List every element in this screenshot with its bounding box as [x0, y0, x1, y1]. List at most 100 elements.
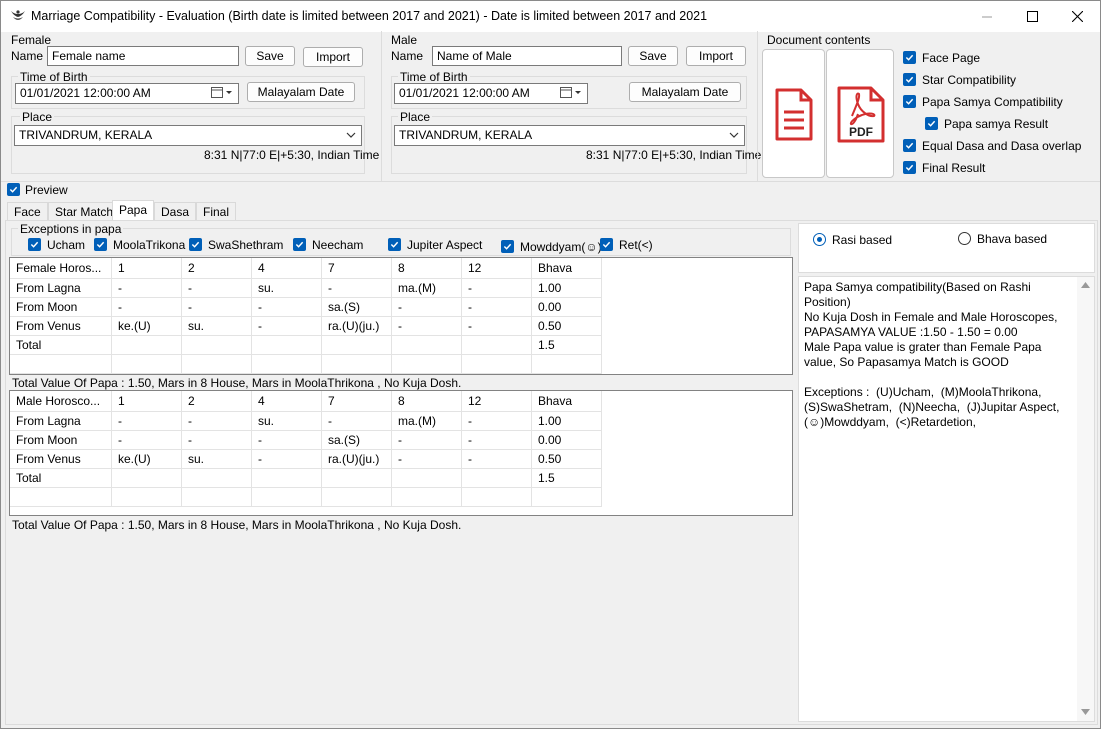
female-table-cell[interactable]: -	[392, 298, 462, 317]
male-table-cell[interactable]: -	[392, 431, 462, 450]
male-table-cell[interactable]: -	[462, 431, 532, 450]
female-header-cell[interactable]: 12	[462, 258, 532, 279]
papa-samya-compatibility-checkbox[interactable]	[903, 95, 916, 108]
female-header-cell[interactable]: Female Horos...	[10, 258, 112, 279]
female-header-cell[interactable]: 1	[112, 258, 182, 279]
close-button[interactable]	[1054, 1, 1100, 32]
male-import-button[interactable]: Import	[686, 46, 746, 66]
male-table-cell[interactable]: -	[322, 412, 392, 431]
male-table-cell[interactable]: 0.50	[532, 450, 602, 469]
male-table-cell[interactable]: -	[182, 431, 252, 450]
female-table-cell[interactable]: 1.00	[532, 279, 602, 298]
male-table-cell[interactable]: Total	[10, 469, 112, 488]
female-table-cell[interactable]: Total	[10, 336, 112, 355]
female-table-cell[interactable]	[322, 336, 392, 355]
female-empty-cell[interactable]	[532, 355, 602, 374]
female-header-cell[interactable]: 8	[392, 258, 462, 279]
female-header-cell[interactable]: Bhava	[532, 258, 602, 279]
female-table-cell[interactable]: 0.00	[532, 298, 602, 317]
tab-dasa[interactable]: Dasa	[154, 202, 197, 221]
female-table-cell[interactable]: su.	[182, 317, 252, 336]
word-document-button[interactable]	[762, 49, 825, 178]
papa-samya-result-textbox[interactable]: Papa Samya compatibility(Based on Rashi …	[798, 276, 1095, 722]
female-empty-cell[interactable]	[252, 355, 322, 374]
male-malayalam-date-button[interactable]: Malayalam Date	[629, 82, 741, 102]
pdf-export-button[interactable]: PDF	[826, 49, 894, 178]
female-table-cell[interactable]: -	[462, 298, 532, 317]
male-table-cell[interactable]: ma.(M)	[392, 412, 462, 431]
male-table-cell[interactable]	[462, 469, 532, 488]
male-header-cell[interactable]: Bhava	[532, 391, 602, 412]
female-table-cell[interactable]: -	[392, 317, 462, 336]
female-table-cell[interactable]: -	[462, 317, 532, 336]
female-place-select[interactable]: TRIVANDRUM, KERALA	[14, 125, 362, 146]
female-table-cell[interactable]	[112, 336, 182, 355]
mowddyam-checkbox[interactable]	[501, 240, 514, 253]
ucham-checkbox[interactable]	[28, 238, 41, 251]
female-header-cell[interactable]: 4	[252, 258, 322, 279]
male-table-cell[interactable]: -	[392, 450, 462, 469]
female-table-cell[interactable]	[252, 336, 322, 355]
male-empty-cell[interactable]	[392, 488, 462, 507]
tab-star-match[interactable]: Star Match	[48, 202, 121, 221]
female-table-cell[interactable]: -	[252, 298, 322, 317]
female-table-cell[interactable]: -	[252, 317, 322, 336]
female-table-cell[interactable]: -	[182, 298, 252, 317]
male-empty-cell[interactable]	[322, 488, 392, 507]
male-table-cell[interactable]: -	[252, 450, 322, 469]
female-datetime-picker[interactable]: 01/01/2021 12:00:00 AM	[15, 83, 239, 104]
male-empty-cell[interactable]	[532, 488, 602, 507]
male-header-cell[interactable]: 4	[252, 391, 322, 412]
female-table-cell[interactable]: 1.5	[532, 336, 602, 355]
male-table-cell[interactable]: su.	[252, 412, 322, 431]
male-place-select[interactable]: TRIVANDRUM, KERALA	[394, 125, 745, 146]
female-import-button[interactable]: Import	[303, 47, 363, 67]
bhava-based-radio[interactable]	[958, 232, 971, 245]
female-table-cell[interactable]: 0.50	[532, 317, 602, 336]
female-table-cell[interactable]: From Lagna	[10, 279, 112, 298]
tab-papa[interactable]: Papa	[112, 200, 155, 221]
face-page-checkbox[interactable]	[903, 51, 916, 64]
male-header-cell[interactable]: 2	[182, 391, 252, 412]
neecham-checkbox[interactable]	[293, 238, 306, 251]
female-header-cell[interactable]: 7	[322, 258, 392, 279]
tab-final[interactable]: Final	[196, 202, 237, 221]
female-table-cell[interactable]: su.	[252, 279, 322, 298]
swashethram-checkbox[interactable]	[189, 238, 202, 251]
final-result-checkbox[interactable]	[903, 161, 916, 174]
male-empty-cell[interactable]	[252, 488, 322, 507]
male-header-cell[interactable]: 7	[322, 391, 392, 412]
female-table-cell[interactable]: sa.(S)	[322, 298, 392, 317]
female-table-cell[interactable]: ra.(U)(ju.)	[322, 317, 392, 336]
male-table-cell[interactable]: 1.5	[532, 469, 602, 488]
female-header-cell[interactable]: 2	[182, 258, 252, 279]
male-header-cell[interactable]: Male Horosco...	[10, 391, 112, 412]
male-table-cell[interactable]	[252, 469, 322, 488]
male-table-cell[interactable]: From Moon	[10, 431, 112, 450]
female-table-cell[interactable]: -	[322, 279, 392, 298]
female-empty-cell[interactable]	[182, 355, 252, 374]
male-table-cell[interactable]: sa.(S)	[322, 431, 392, 450]
female-table-cell[interactable]: -	[182, 279, 252, 298]
female-empty-cell[interactable]	[392, 355, 462, 374]
female-table-cell[interactable]	[462, 336, 532, 355]
equal-dasa-checkbox[interactable]	[903, 139, 916, 152]
minimize-button[interactable]	[964, 1, 1010, 32]
female-table-cell[interactable]: From Venus	[10, 317, 112, 336]
star-compatibility-checkbox[interactable]	[903, 73, 916, 86]
male-empty-cell[interactable]	[462, 488, 532, 507]
female-empty-cell[interactable]	[322, 355, 392, 374]
male-table-cell[interactable]: ra.(U)(ju.)	[322, 450, 392, 469]
male-table-cell[interactable]: -	[252, 431, 322, 450]
papa-samya-result-checkbox[interactable]	[925, 117, 938, 130]
male-table-cell[interactable]: su.	[182, 450, 252, 469]
male-name-input[interactable]: Name of Male	[432, 46, 622, 66]
male-empty-cell[interactable]	[10, 488, 112, 507]
jupiter-aspect-checkbox[interactable]	[388, 238, 401, 251]
female-table-cell[interactable]: ke.(U)	[112, 317, 182, 336]
male-table-cell[interactable]	[392, 469, 462, 488]
female-table-cell[interactable]: -	[112, 279, 182, 298]
female-empty-cell[interactable]	[10, 355, 112, 374]
female-table-cell[interactable]: ma.(M)	[392, 279, 462, 298]
male-table-cell[interactable]: -	[182, 412, 252, 431]
